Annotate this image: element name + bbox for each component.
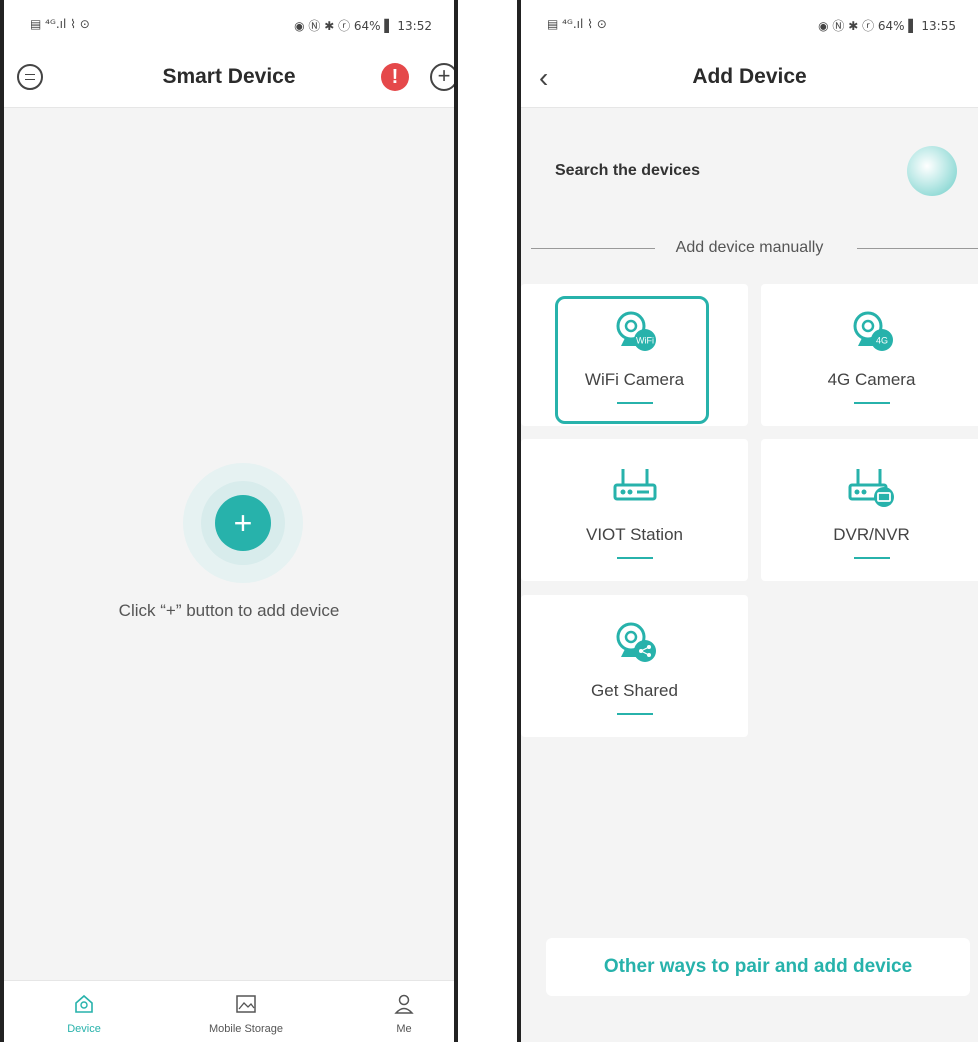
page-title: Add Device: [692, 65, 807, 88]
tab-me[interactable]: Me: [334, 981, 454, 1042]
smart-device-screen: ▤ ⁴ᴳ.ıl ⌇ ⊙ ◉ Ⓝ ✱ ⓡ 64% ▌ 13:52 Smart De…: [0, 0, 458, 1042]
card-underline: [616, 557, 653, 559]
search-devices-label: Search the devices: [555, 162, 700, 179]
tab-label: Mobile Storage: [209, 1023, 283, 1035]
radar-scan-icon[interactable]: [907, 146, 957, 196]
wifi-camera-card[interactable]: WiFi WiFi Camera: [521, 284, 748, 426]
add-device-icon[interactable]: +: [430, 63, 454, 91]
status-bar: ▤ ⁴ᴳ.ıl ⌇ ⊙ ◉ Ⓝ ✱ ⓡ 64% ▌ 13:55: [521, 0, 978, 50]
card-label: VIOT Station: [585, 525, 683, 544]
tab-mobile-storage[interactable]: Mobile Storage: [176, 981, 316, 1042]
card-underline: [616, 402, 653, 404]
card-label: DVR/NVR: [833, 525, 910, 544]
status-right: ◉ Ⓝ ✱ ⓡ 64% ▌ 13:52: [294, 19, 432, 33]
add-device-screen: ▤ ⁴ᴳ.ıl ⌇ ⊙ ◉ Ⓝ ✱ ⓡ 64% ▌ 13:55 ‹ Add De…: [517, 0, 978, 1042]
card-underline: [616, 713, 653, 715]
tab-label: Me: [396, 1023, 412, 1035]
get-shared-card[interactable]: Get Shared: [521, 595, 748, 737]
manual-add-divider: Add device manually: [521, 236, 978, 260]
alert-icon[interactable]: !: [381, 63, 409, 91]
status-right: ◉ Ⓝ ✱ ⓡ 64% ▌ 13:55: [818, 19, 956, 33]
card-label: Get Shared: [591, 681, 678, 700]
router-icon: [613, 469, 656, 501]
4g-camera-icon: 4G: [853, 311, 893, 351]
divider-label: Add device manually: [675, 239, 824, 256]
svg-text:WiFi: WiFi: [636, 336, 654, 346]
status-bar: ▤ ⁴ᴳ.ıl ⌇ ⊙ ◉ Ⓝ ✱ ⓡ 64% ▌ 13:52: [4, 0, 454, 50]
svg-text:4G: 4G: [875, 336, 887, 346]
bottom-tab-bar: Device Mobile Storage Me: [4, 980, 454, 1042]
home-icon: [73, 993, 95, 1015]
image-icon: [235, 993, 257, 1015]
card-label: 4G Camera: [827, 370, 916, 389]
add-device-hint: Click “+” button to add device: [118, 601, 340, 620]
tab-device[interactable]: Device: [14, 981, 154, 1042]
card-underline: [853, 402, 890, 404]
viot-station-card[interactable]: VIOT Station: [521, 439, 748, 581]
dvr-nvr-card[interactable]: DVR/NVR: [761, 439, 978, 581]
status-left: ▤ ⁴ᴳ.ıl ⌇ ⊙: [547, 17, 607, 31]
dvr-icon: [848, 469, 894, 507]
card-underline: [853, 557, 890, 559]
status-left: ▤ ⁴ᴳ.ıl ⌇ ⊙: [30, 17, 90, 31]
top-nav-bar: ‹ Add Device: [521, 50, 978, 108]
tab-label: Device: [67, 1023, 101, 1035]
other-ways-pair-button[interactable]: Other ways to pair and add device: [546, 938, 970, 996]
card-label: WiFi Camera: [584, 370, 685, 389]
wifi-camera-icon: WiFi: [616, 311, 656, 351]
top-nav-bar: Smart Device ! +: [4, 50, 454, 108]
4g-camera-card[interactable]: 4G 4G Camera: [761, 284, 978, 426]
person-icon: [393, 993, 415, 1015]
add-device-button[interactable]: +: [215, 495, 271, 551]
share-camera-icon: [616, 622, 656, 662]
